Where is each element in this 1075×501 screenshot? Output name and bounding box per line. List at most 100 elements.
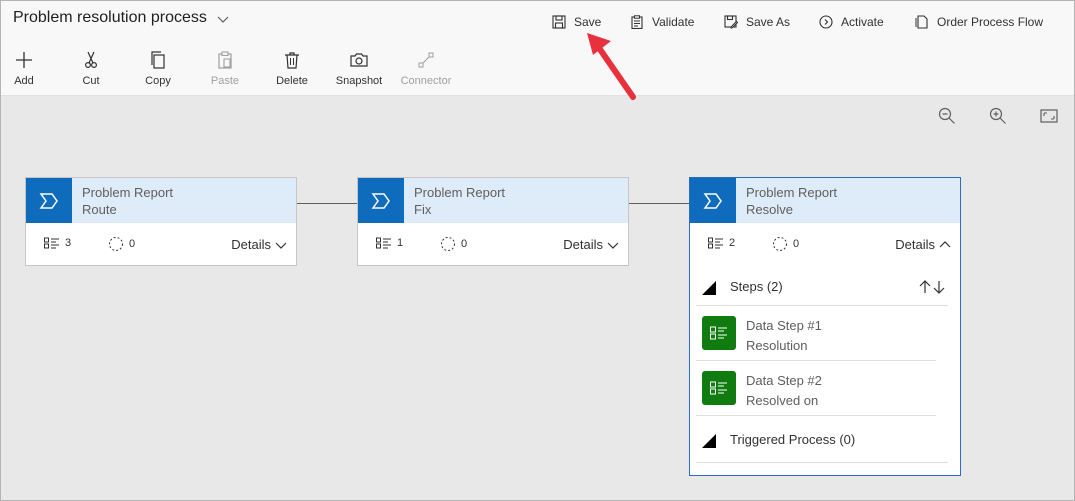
snapshot-label: Snapshot	[335, 75, 383, 87]
stage-title: Problem Report Fix	[404, 178, 505, 223]
triggers-count: 0	[108, 236, 135, 252]
stage-entity: Problem Report	[414, 185, 506, 200]
steps-count-value: 2	[729, 237, 736, 249]
data-step-icon	[710, 326, 727, 340]
details-toggle[interactable]: Details	[231, 237, 287, 252]
stage-connector-line	[628, 203, 690, 204]
trash-icon	[285, 52, 299, 69]
steps-section-header[interactable]: Steps (2)	[690, 265, 960, 305]
steps-list-icon	[376, 237, 391, 249]
stage-badge	[690, 178, 736, 223]
save-as-button[interactable]: Save As	[724, 15, 790, 29]
triggers-count-value: 0	[129, 238, 136, 250]
zoom-in-icon[interactable]	[989, 107, 1007, 125]
details-label: Details	[895, 237, 935, 252]
save-icon	[552, 15, 566, 29]
steps-count: 1	[376, 237, 403, 249]
activate-icon	[819, 15, 833, 29]
stage-card-route[interactable]: Problem Report Route 3 0 Details	[25, 177, 297, 266]
steps-list-icon	[44, 237, 59, 249]
stage-meta: 1 0 Details	[358, 223, 628, 265]
triggered-process-label: Triggered Process (0)	[730, 432, 856, 447]
steps-count-value: 1	[397, 237, 404, 249]
stage-header: Problem Report Resolve	[690, 178, 960, 223]
details-toggle[interactable]: Details	[563, 237, 619, 252]
copy-label: Copy	[145, 75, 171, 87]
clipboard-check-icon	[631, 15, 643, 29]
order-process-flow-button[interactable]: Order Process Flow	[915, 15, 1043, 29]
stage-name: Resolve	[746, 202, 793, 217]
save-as-icon	[724, 15, 738, 29]
save-button[interactable]: Save	[552, 15, 601, 29]
stage-card-fix[interactable]: Problem Report Fix 1 0 Details	[357, 177, 629, 266]
details-label: Details	[563, 237, 603, 252]
add-tool[interactable]: Add	[1, 51, 54, 87]
workflow-dashed-circle-icon	[109, 237, 123, 251]
data-step-item[interactable]: Data Step #1 Resolution	[690, 306, 960, 360]
stage-badge	[26, 178, 72, 223]
stage-card-resolve[interactable]: Problem Report Resolve 2 0 Details Steps…	[689, 177, 961, 476]
stage-meta: 2 0 Details	[690, 223, 960, 265]
save-as-label: Save As	[746, 15, 791, 29]
stage-entity: Problem Report	[746, 185, 838, 200]
paste-label: Paste	[210, 75, 240, 87]
workflow-dashed-circle-icon	[773, 237, 787, 251]
fit-to-screen-icon[interactable]	[1040, 107, 1058, 125]
delete-label: Delete	[276, 75, 308, 87]
copy-icon	[151, 51, 165, 69]
cut-tool[interactable]: Cut	[61, 51, 121, 87]
zoom-out-icon[interactable]	[938, 107, 956, 125]
data-step-field: Resolution	[746, 338, 808, 353]
copy-tool[interactable]: Copy	[128, 51, 188, 87]
stage-title: Problem Report Resolve	[736, 178, 837, 223]
collapse-triangle-icon	[702, 281, 716, 295]
cut-label: Cut	[82, 75, 100, 87]
chevron-down-icon	[275, 242, 287, 249]
stage-name: Fix	[414, 202, 432, 217]
triggers-count: 0	[440, 236, 467, 252]
data-step-badge	[702, 371, 736, 405]
chevron-up-icon	[939, 240, 951, 247]
validate-button[interactable]: Validate	[630, 15, 694, 29]
steps-count-value: 3	[65, 237, 72, 249]
annotation-arrow-icon	[587, 33, 636, 100]
scissors-icon	[84, 51, 98, 69]
stage-chevron-icon	[39, 192, 58, 209]
data-step-item[interactable]: Data Step #2 Resolved on	[690, 361, 960, 415]
delete-tool[interactable]: Delete	[262, 51, 322, 87]
connector-tool[interactable]: Connector	[396, 51, 456, 87]
paste-tool[interactable]: Paste	[195, 51, 255, 87]
steps-count: 2	[708, 237, 735, 249]
add-label: Add	[14, 75, 34, 87]
stage-name: Route	[82, 202, 117, 217]
stage-chevron-icon	[371, 192, 390, 209]
triggers-count-value: 0	[793, 238, 800, 250]
data-step-field: Resolved on	[746, 393, 819, 408]
command-bar: Problem resolution process Save Validate…	[1, 1, 1074, 96]
process-designer-window: Problem resolution process Save Validate…	[0, 0, 1075, 501]
triggers-count-value: 0	[461, 238, 468, 250]
validate-label: Validate	[652, 15, 695, 29]
data-step-badge	[702, 316, 736, 350]
stage-title: Problem Report Route	[72, 178, 173, 223]
steps-section-label: Steps (2)	[730, 279, 783, 294]
triggers-count: 0	[772, 236, 799, 252]
process-title[interactable]: Problem resolution process	[13, 9, 207, 27]
stage-badge	[358, 178, 404, 223]
data-step-title: Data Step #1	[746, 318, 822, 333]
triggered-process-section-header[interactable]: Triggered Process (0)	[690, 416, 960, 462]
activate-label: Activate	[841, 15, 884, 29]
order-icon	[915, 15, 928, 29]
chevron-down-icon	[607, 242, 619, 249]
sort-arrows-icon[interactable]	[918, 280, 946, 294]
plus-icon	[16, 52, 32, 68]
snapshot-tool[interactable]: Snapshot	[329, 51, 389, 87]
section-divider	[696, 462, 948, 463]
data-step-title: Data Step #2	[746, 373, 822, 388]
workflow-dashed-circle-icon	[441, 237, 455, 251]
connector-icon	[418, 52, 434, 68]
details-toggle[interactable]: Details	[895, 237, 951, 252]
details-label: Details	[231, 237, 271, 252]
chevron-down-icon[interactable]	[217, 13, 229, 25]
activate-button[interactable]: Activate	[819, 15, 884, 29]
